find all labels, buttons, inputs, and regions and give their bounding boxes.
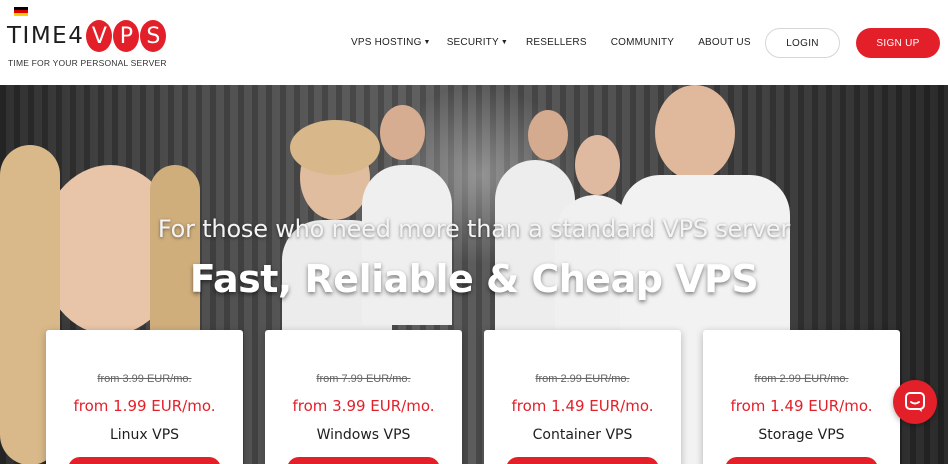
plan-name: Storage VPS <box>758 427 845 443</box>
nav-item-vps-hosting[interactable]: VPS HOSTING ▼ <box>351 37 431 48</box>
nav-item-security[interactable]: SECURITY ▼ <box>447 37 508 48</box>
plan-cta-button[interactable] <box>506 457 659 464</box>
plan-cta-button[interactable] <box>287 457 440 464</box>
current-price: from 3.99 EUR/mo. <box>292 397 435 415</box>
nav-item-community[interactable]: COMMUNITY <box>611 37 674 48</box>
nav-item-label: SECURITY <box>446 37 499 48</box>
site-header: TIME4 V P S TIME FOR YOUR PERSONAL SERVE… <box>0 0 948 85</box>
chat-bubble-icon[interactable] <box>893 380 937 424</box>
old-price: from 2.99 EUR/mo. <box>754 373 849 385</box>
logo-letter-s: S <box>140 20 167 52</box>
caret-down-icon: ▼ <box>500 39 508 46</box>
login-button[interactable]: LOGIN <box>765 28 840 58</box>
pricing-card-storage[interactable]: from 2.99 EUR/mo. from 1.49 EUR/mo. Stor… <box>703 330 900 464</box>
old-price: from 2.99 EUR/mo. <box>535 373 630 385</box>
logo-text: TIME4 <box>7 23 85 49</box>
main-nav: VPS HOSTING ▼ SECURITY ▼ RESELLERS COMMU… <box>351 37 751 48</box>
logo-letter-p: P <box>113 20 140 52</box>
hero-section: For those who need more than a standard … <box>0 85 948 464</box>
plan-name: Windows VPS <box>316 427 411 443</box>
current-price: from 1.49 EUR/mo. <box>730 397 873 415</box>
nav-item-label: RESELLERS <box>526 37 587 48</box>
plan-name: Linux VPS <box>109 427 180 443</box>
hero-title: Fast, Reliable & Cheap VPS <box>189 257 759 301</box>
nav-item-about-us[interactable]: ABOUT US <box>698 37 751 48</box>
pricing-card-linux[interactable]: from 3.99 EUR/mo. from 1.99 EUR/mo. Linu… <box>46 330 243 464</box>
site-logo[interactable]: TIME4 V P S <box>7 18 167 54</box>
pricing-card-windows[interactable]: from 7.99 EUR/mo. from 3.99 EUR/mo. Wind… <box>265 330 462 464</box>
nav-item-label: COMMUNITY <box>610 37 675 48</box>
current-price: from 1.49 EUR/mo. <box>511 397 654 415</box>
plan-name: Container VPS <box>532 427 633 443</box>
old-price: from 3.99 EUR/mo. <box>97 373 192 385</box>
old-price: from 7.99 EUR/mo. <box>316 373 411 385</box>
caret-down-icon: ▼ <box>423 39 431 46</box>
logo-vps-mark: V P S <box>86 18 167 54</box>
pricing-cards: from 3.99 EUR/mo. from 1.99 EUR/mo. Linu… <box>46 330 906 464</box>
flag-stripe-gold <box>14 13 28 16</box>
nav-item-label: VPS HOSTING <box>351 37 422 48</box>
pricing-card-container[interactable]: from 2.99 EUR/mo. from 1.49 EUR/mo. Cont… <box>484 330 681 464</box>
nav-item-resellers[interactable]: RESELLERS <box>526 37 587 48</box>
current-price: from 1.99 EUR/mo. <box>73 397 216 415</box>
nav-item-label: ABOUT US <box>698 37 751 48</box>
logo-letter-v: V <box>86 20 113 52</box>
logo-tagline: TIME FOR YOUR PERSONAL SERVER <box>8 58 167 68</box>
german-flag-icon[interactable] <box>14 7 28 16</box>
plan-cta-button[interactable] <box>725 457 878 464</box>
plan-cta-button[interactable] <box>68 457 221 464</box>
hero-subtitle: For those who need more than a standard … <box>157 215 791 243</box>
signup-button[interactable]: SIGN UP <box>856 28 940 58</box>
